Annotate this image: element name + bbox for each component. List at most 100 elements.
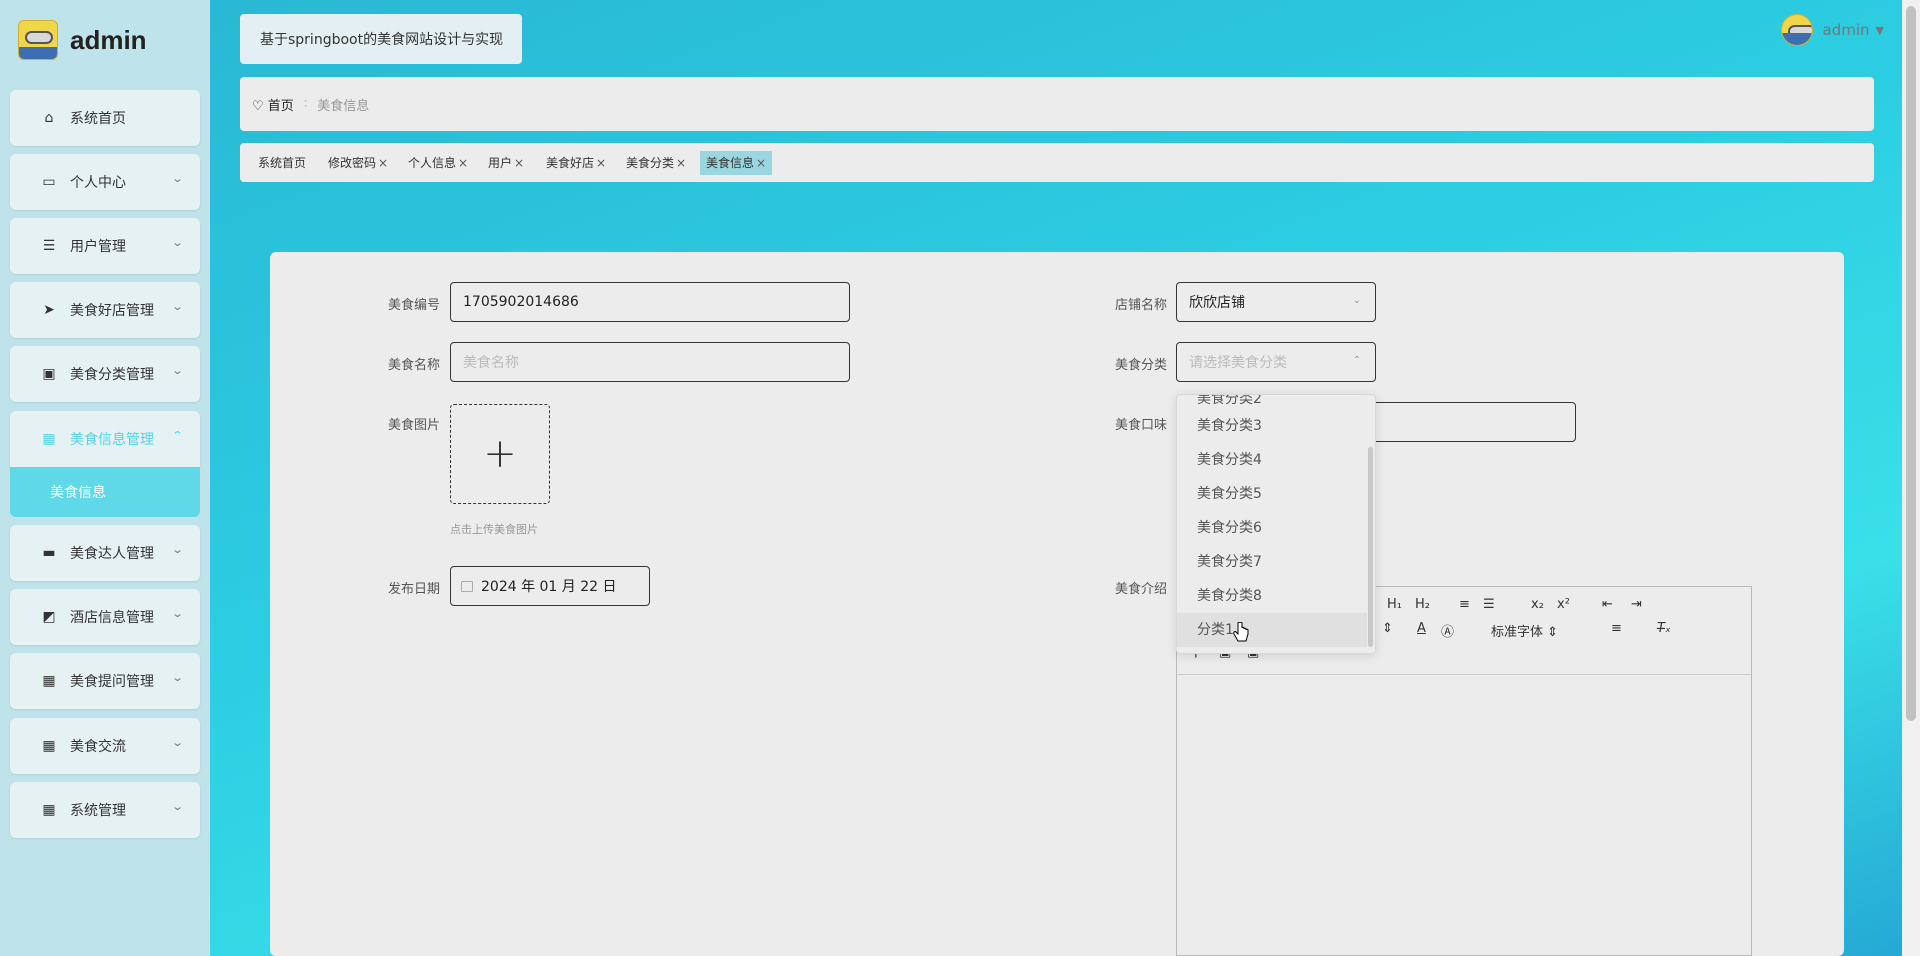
close-icon[interactable]: × [756, 156, 766, 170]
clear-format-icon[interactable]: T̶ₓ [1657, 621, 1671, 636]
sidebar-item-shops[interactable]: ➤ 美食好店管理 ⌄ [10, 282, 200, 338]
dropdown-option[interactable]: 美食分类5 [1177, 477, 1367, 511]
avatar [1780, 14, 1813, 46]
close-icon[interactable]: × [676, 156, 686, 170]
user-menu[interactable]: admin ▼ [1780, 14, 1884, 46]
list-icon: ☰ [42, 238, 56, 254]
brand-name: admin [70, 24, 147, 55]
tag-label: 美食信息 [706, 156, 755, 170]
send-icon: ➤ [43, 302, 55, 318]
sidebar-item-hotels[interactable]: ◩ 酒店信息管理 ⌄ [10, 589, 200, 645]
dropdown-option[interactable]: 美食分类4 [1177, 443, 1367, 477]
publish-date-value: 2024 年 01 月 22 日 [481, 579, 617, 595]
chevron-down-icon: ⌄ [1352, 295, 1361, 306]
sidebar-item-categories[interactable]: ▣ 美食分类管理 ⌄ [10, 346, 200, 402]
grid-icon: ▦ [42, 673, 56, 689]
close-icon[interactable]: × [596, 156, 606, 170]
grid-icon: ▦ [42, 802, 56, 818]
tag-label: 系统首页 [258, 156, 307, 170]
submenu-food-info[interactable]: 美食信息 [10, 467, 200, 517]
sidebar-item-experts[interactable]: ▬ 美食达人管理 ⌄ [10, 525, 200, 581]
chevron-down-icon: ⌄ [170, 236, 184, 249]
indent-icon[interactable]: ⇥ [1631, 597, 1642, 612]
chevron-down-icon: ⌄ [170, 172, 184, 185]
taste-label: 美食口味 [1114, 418, 1167, 433]
h1-icon[interactable]: H₁ [1387, 597, 1402, 612]
hand-cursor-icon [1233, 622, 1249, 642]
chevron-down-icon: ⌄ [170, 543, 184, 556]
font-select[interactable]: 标准字体 ⇕ [1491, 621, 1558, 640]
caret-down-icon: ▼ [1875, 23, 1884, 37]
background-color-icon[interactable]: Ⓐ [1441, 621, 1454, 640]
subscript-icon[interactable]: x₂ [1531, 597, 1544, 612]
sidebar-item-exchange[interactable]: ▦ 美食交流 ⌄ [10, 718, 200, 774]
tag-personal-info[interactable]: 个人信息 × [406, 151, 470, 175]
card-icon: ▭ [42, 174, 56, 190]
sidebar-item-questions[interactable]: ▦ 美食提问管理 ⌄ [10, 653, 200, 709]
sidebar-item-label: 用户管理 [70, 239, 126, 255]
chevron-down-icon: ⌄ [170, 736, 184, 749]
sidebar-item-label: 系统管理 [70, 803, 126, 819]
superscript-icon[interactable]: x² [1557, 597, 1570, 612]
food-name-input[interactable]: 美食名称 [450, 342, 850, 382]
user-name: admin [1822, 21, 1870, 39]
chevron-up-icon: ⌃ [1352, 355, 1361, 366]
dropdown-option[interactable]: 美食分类7 [1177, 545, 1367, 579]
font-color-icon[interactable]: A [1417, 621, 1426, 636]
sidebar-item-label: 美食达人管理 [70, 546, 154, 562]
size-arrows-icon[interactable]: ⇕ [1382, 621, 1393, 636]
dropdown-option[interactable]: 美食分类6 [1177, 511, 1367, 545]
grid-icon: ▦ [42, 738, 56, 754]
food-no-input[interactable]: 1705902014686 [450, 282, 850, 322]
breadcrumb-home[interactable]: ♡ 首页 [252, 95, 294, 114]
category-select[interactable]: 请选择美食分类 ⌃ [1176, 342, 1376, 382]
publish-date-input[interactable]: 2024 年 01 月 22 日 [450, 566, 650, 606]
bullet-list-icon[interactable]: ☰ [1483, 597, 1495, 612]
food-image-label: 美食图片 [387, 418, 440, 433]
brand: admin [18, 18, 147, 62]
shop-select[interactable]: 欣欣店铺 ⌄ [1176, 282, 1376, 322]
sidebar-item-label: 美食分类管理 [70, 367, 154, 383]
tag-users[interactable]: 用户 × [486, 151, 526, 175]
sidebar-item-home[interactable]: ⌂ 系统首页 [10, 90, 200, 146]
upload-tip: 点击上传美食图片 [450, 523, 538, 536]
food-name-label: 美食名称 [387, 358, 440, 373]
page-scrollbar-thumb[interactable] [1906, 6, 1916, 721]
site-title: 基于springboot的美食网站设计与实现 [240, 14, 522, 64]
dropdown-scrollbar[interactable] [1368, 447, 1373, 647]
dropdown-option[interactable]: 分类1 [1177, 613, 1367, 647]
close-icon[interactable]: × [458, 156, 468, 170]
chevron-down-icon: ⌄ [170, 300, 184, 313]
align-icon[interactable]: ≡ [1611, 621, 1622, 636]
category-dropdown: 美食分类2 美食分类3 美食分类4 美食分类5 美食分类6 美食分类7 美食分类… [1176, 394, 1376, 654]
category-label: 美食分类 [1114, 358, 1167, 373]
tag-label: 用户 [488, 156, 513, 170]
dropdown-option[interactable]: 美食分类8 [1177, 579, 1367, 613]
sidebar-item-food-info[interactable]: ▦ 美食信息管理 ⌃ [10, 411, 200, 467]
chevron-down-icon: ⌄ [170, 800, 184, 813]
sidebar-item-label: 系统首页 [70, 111, 126, 127]
tag-categories[interactable]: 美食分类 × [624, 151, 688, 175]
tag-shops[interactable]: 美食好店 × [544, 151, 608, 175]
ordered-list-icon[interactable]: ≡ [1459, 597, 1470, 612]
close-icon[interactable]: × [378, 156, 388, 170]
page-scrollbar[interactable] [1902, 0, 1920, 956]
sidebar-item-personal[interactable]: ▭ 个人中心 ⌄ [10, 154, 200, 210]
sidebar-item-system[interactable]: ▦ 系统管理 ⌄ [10, 782, 200, 838]
sidebar-item-label: 美食好店管理 [70, 303, 154, 319]
clipboard-icon: ▣ [42, 366, 56, 382]
chevron-up-icon: ⌃ [170, 429, 184, 442]
tag-change-password[interactable]: 修改密码 × [326, 151, 390, 175]
intro-label: 美食介绍 [1114, 582, 1167, 597]
tag-food-info[interactable]: 美食信息 × [700, 151, 773, 175]
tag-home[interactable]: 系统首页 [256, 151, 308, 175]
image-upload-button[interactable]: + [450, 404, 550, 504]
sidebar-item-users[interactable]: ☰ 用户管理 ⌄ [10, 218, 200, 274]
category-placeholder: 请选择美食分类 [1189, 355, 1287, 371]
food-no-label: 美食编号 [387, 298, 440, 313]
h2-icon[interactable]: H₂ [1415, 597, 1430, 612]
close-icon[interactable]: × [514, 156, 524, 170]
dropdown-option[interactable]: 美食分类3 [1177, 409, 1367, 443]
calendar-icon [461, 580, 473, 592]
outdent-icon[interactable]: ⇤ [1602, 597, 1613, 612]
